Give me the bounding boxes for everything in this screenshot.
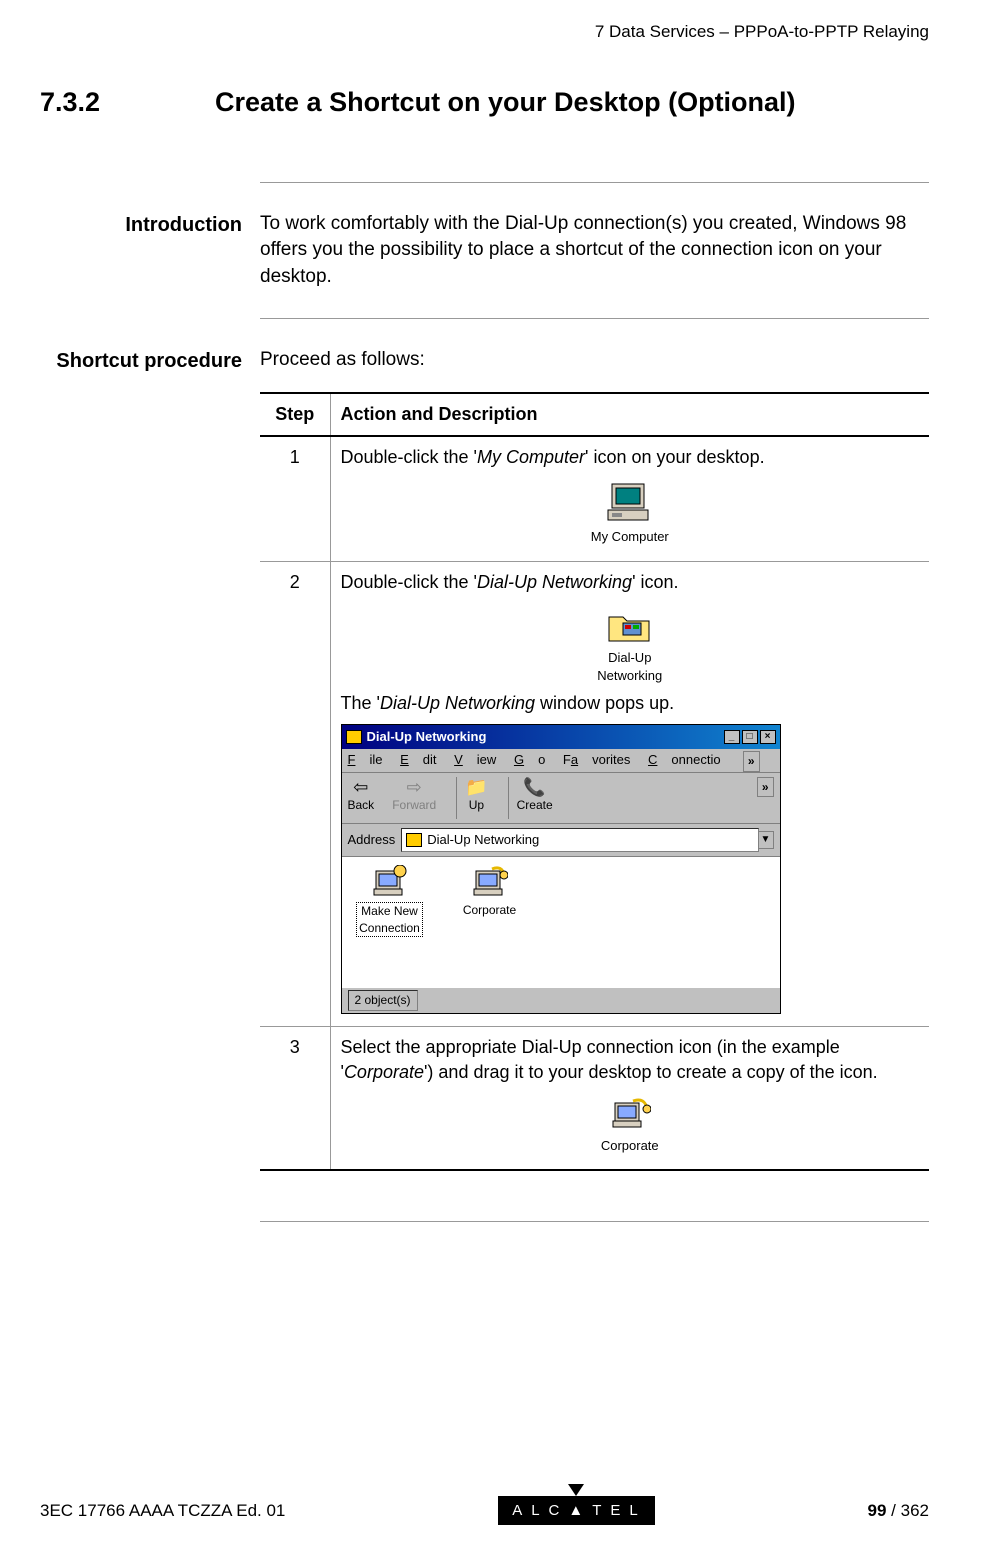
item-label: Corporate: [463, 903, 516, 917]
section-title-text: Create a Shortcut on your Desktop (Optio…: [215, 87, 796, 117]
step-text: Select the appropriate Dial-Up connectio…: [341, 1037, 878, 1082]
toolbar-forward[interactable]: ⇨Forward: [392, 777, 436, 814]
corporate-icon: Corporate: [570, 1095, 690, 1155]
my-computer-icon: My Computer: [570, 480, 690, 546]
toolbar-separator: [508, 777, 509, 819]
address-value: Dial-Up Networking: [427, 831, 539, 849]
toolbar-separator: [456, 777, 457, 819]
table-row: 3 Select the appropriate Dial-Up connect…: [260, 1026, 929, 1170]
close-button[interactable]: ×: [760, 730, 776, 744]
window-titlebar: Dial-Up Networking _ □ ×: [342, 725, 780, 749]
step-text: Double-click the 'My Computer' icon on y…: [341, 447, 765, 467]
col-action: Action and Description: [330, 393, 929, 436]
icon-label: Corporate: [601, 1138, 659, 1153]
logo-triangle-icon: [568, 1484, 584, 1496]
window-title: Dial-Up Networking: [367, 728, 487, 746]
toolbar: ⇦Back ⇨Forward 📁Up 📞Create »: [342, 773, 780, 824]
toolbar-overflow[interactable]: »: [757, 777, 774, 798]
address-label: Address: [348, 831, 396, 849]
intro-text: To work comfortably with the Dial-Up con…: [260, 211, 929, 291]
toolbar-create[interactable]: 📞Create: [517, 777, 553, 814]
maximize-button[interactable]: □: [742, 730, 758, 744]
step-text: Double-click the 'Dial-Up Networking' ic…: [341, 572, 679, 592]
section-heading: 7.3.2Create a Shortcut on your Desktop (…: [40, 84, 929, 122]
table-row: 1 Double-click the 'My Computer' icon on…: [260, 436, 929, 561]
dialup-folder-icon: Dial-Up Networking: [570, 605, 690, 685]
menu-connections[interactable]: Connectio: [648, 752, 721, 767]
status-text: 2 object(s): [348, 990, 418, 1011]
running-header: 7 Data Services – PPPoA-to-PPTP Relaying: [40, 20, 929, 44]
status-bar: 2 object(s): [342, 987, 780, 1013]
toolbar-up[interactable]: 📁Up: [465, 777, 487, 814]
step-after-text: The 'Dial-Up Networking window pops up.: [341, 691, 920, 716]
dialup-window: Dial-Up Networking _ □ × File: [341, 724, 781, 1013]
step-num: 1: [260, 436, 330, 561]
item-label: Make New Connection: [356, 902, 423, 938]
address-bar: Address Dial-Up Networking ▼: [342, 824, 780, 857]
menu-go[interactable]: Go: [514, 752, 545, 767]
minimize-button[interactable]: _: [724, 730, 740, 744]
col-step: Step: [260, 393, 330, 436]
address-icon: [406, 833, 422, 847]
window-icon: [346, 730, 362, 744]
menu-favorites[interactable]: Favorites: [563, 752, 630, 767]
address-field[interactable]: Dial-Up Networking: [401, 828, 758, 852]
icon-label: My Computer: [591, 529, 669, 544]
doc-id: 3EC 17766 AAAA TCZZA Ed. 01: [40, 1499, 285, 1523]
item-corporate[interactable]: Corporate: [450, 865, 530, 919]
step-num: 2: [260, 561, 330, 1026]
page-number: 99 / 362: [868, 1499, 929, 1523]
icon-label: Dial-Up Networking: [597, 650, 662, 683]
page-footer: 3EC 17766 AAAA TCZZA Ed. 01 ALC▲TEL 99 /…: [40, 1496, 929, 1525]
intro-label: Introduction: [40, 211, 260, 291]
item-make-new-connection[interactable]: Make New Connection: [350, 865, 430, 938]
procedure-intro: Proceed as follows:: [260, 347, 929, 374]
steps-table: Step Action and Description 1 Double-cli…: [260, 392, 929, 1171]
divider: [260, 182, 929, 183]
menubar: File Edit View Go Favorites Connectio »: [342, 749, 780, 772]
step-num: 3: [260, 1026, 330, 1170]
divider: [260, 318, 929, 319]
toolbar-back[interactable]: ⇦Back: [348, 777, 375, 814]
section-number: 7.3.2: [40, 84, 215, 122]
menu-edit[interactable]: Edit: [400, 752, 436, 767]
divider: [260, 1221, 929, 1222]
procedure-label: Shortcut procedure: [40, 347, 260, 1222]
menu-file[interactable]: File: [348, 752, 383, 767]
alcatel-logo: ALC▲TEL: [498, 1496, 655, 1525]
menu-overflow[interactable]: »: [743, 751, 760, 772]
window-body: Make New Connection Corporate: [342, 857, 780, 987]
address-dropdown[interactable]: ▼: [758, 831, 774, 849]
table-row: 2 Double-click the 'Dial-Up Networking' …: [260, 561, 929, 1026]
menu-view[interactable]: View: [454, 752, 496, 767]
